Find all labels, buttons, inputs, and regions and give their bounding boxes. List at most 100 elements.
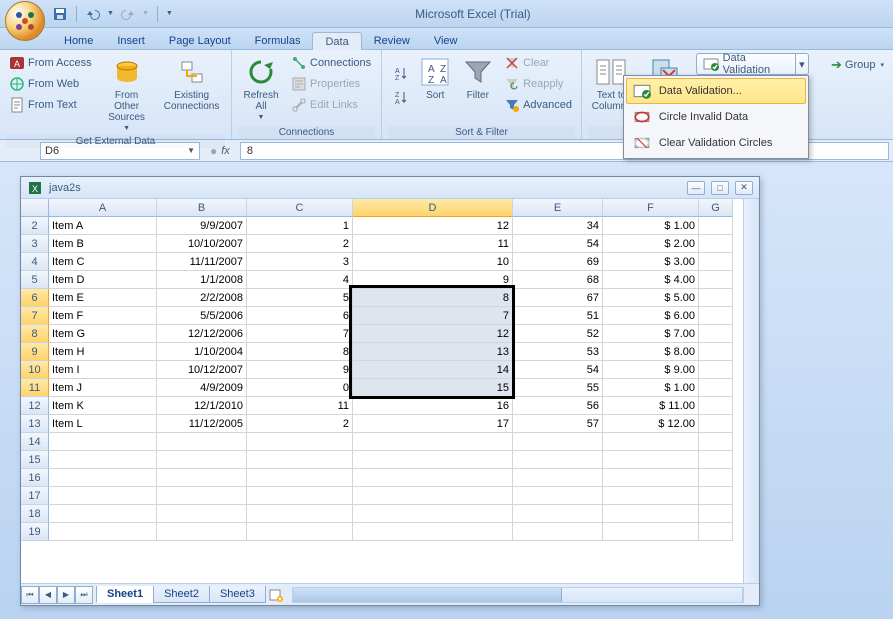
data-validation-split-button[interactable]: Data Validation ▾	[696, 53, 809, 75]
qat-customize[interactable]: ▼	[166, 10, 173, 17]
sheet-nav-last[interactable]: ⏭	[75, 586, 93, 604]
column-header-D[interactable]: D	[353, 199, 513, 217]
close-button[interactable]: ✕	[735, 181, 753, 195]
cell-C16[interactable]	[247, 469, 353, 487]
cell-F17[interactable]	[603, 487, 699, 505]
row-header-16[interactable]: 16	[21, 469, 49, 487]
tab-data[interactable]: Data	[312, 32, 361, 50]
cell-F19[interactable]	[603, 523, 699, 541]
cell-G3[interactable]	[699, 235, 733, 253]
cell-F12[interactable]: $ 11.00	[603, 397, 699, 415]
cell-A8[interactable]: Item G	[49, 325, 157, 343]
cell-F18[interactable]	[603, 505, 699, 523]
cell-G11[interactable]	[699, 379, 733, 397]
cell-A15[interactable]	[49, 451, 157, 469]
cell-F14[interactable]	[603, 433, 699, 451]
advanced-filter-button[interactable]: Advanced	[501, 95, 575, 115]
cell-E7[interactable]: 51	[513, 307, 603, 325]
cell-C10[interactable]: 9	[247, 361, 353, 379]
cell-A14[interactable]	[49, 433, 157, 451]
cell-E14[interactable]	[513, 433, 603, 451]
cell-C4[interactable]: 3	[247, 253, 353, 271]
cell-C9[interactable]: 8	[247, 343, 353, 361]
cell-E12[interactable]: 56	[513, 397, 603, 415]
cell-B14[interactable]	[157, 433, 247, 451]
cell-A13[interactable]: Item L	[49, 415, 157, 433]
cell-E10[interactable]: 54	[513, 361, 603, 379]
row-header-3[interactable]: 3	[21, 235, 49, 253]
cell-A4[interactable]: Item C	[49, 253, 157, 271]
connections-button[interactable]: Connections	[288, 53, 374, 73]
cell-D9[interactable]: 13	[353, 343, 513, 361]
tab-home[interactable]: Home	[52, 32, 105, 49]
row-header-14[interactable]: 14	[21, 433, 49, 451]
cell-A10[interactable]: Item I	[49, 361, 157, 379]
cell-B18[interactable]	[157, 505, 247, 523]
cell-C11[interactable]: 0	[247, 379, 353, 397]
cell-B2[interactable]: 9/9/2007	[157, 217, 247, 235]
cell-G4[interactable]	[699, 253, 733, 271]
cell-G15[interactable]	[699, 451, 733, 469]
cell-D4[interactable]: 10	[353, 253, 513, 271]
cell-A9[interactable]: Item H	[49, 343, 157, 361]
cell-B4[interactable]: 11/11/2007	[157, 253, 247, 271]
existing-connections-button[interactable]: Existing Connections	[159, 53, 225, 115]
cell-B19[interactable]	[157, 523, 247, 541]
from-other-sources-button[interactable]: From Other Sources ▼	[99, 53, 155, 135]
save-icon[interactable]	[52, 6, 68, 22]
from-access-button[interactable]: AFrom Access	[6, 53, 95, 73]
sheet-tab-sheet1[interactable]: Sheet1	[96, 586, 154, 603]
cell-G2[interactable]	[699, 217, 733, 235]
cell-F3[interactable]: $ 2.00	[603, 235, 699, 253]
cell-C7[interactable]: 6	[247, 307, 353, 325]
cell-A11[interactable]: Item J	[49, 379, 157, 397]
cell-E16[interactable]	[513, 469, 603, 487]
cell-G9[interactable]	[699, 343, 733, 361]
row-header-12[interactable]: 12	[21, 397, 49, 415]
cell-B13[interactable]: 11/12/2005	[157, 415, 247, 433]
row-header-7[interactable]: 7	[21, 307, 49, 325]
cell-C3[interactable]: 2	[247, 235, 353, 253]
cell-D8[interactable]: 12	[353, 325, 513, 343]
row-header-19[interactable]: 19	[21, 523, 49, 541]
column-header-E[interactable]: E	[513, 199, 603, 217]
cell-E2[interactable]: 34	[513, 217, 603, 235]
menu-data-validation[interactable]: Data Validation...	[626, 78, 806, 104]
workbook-titlebar[interactable]: X java2s — □ ✕	[21, 177, 759, 199]
filter-button[interactable]: Filter	[459, 53, 498, 104]
cell-A18[interactable]	[49, 505, 157, 523]
cell-B3[interactable]: 10/10/2007	[157, 235, 247, 253]
row-header-8[interactable]: 8	[21, 325, 49, 343]
cell-B9[interactable]: 1/10/2004	[157, 343, 247, 361]
redo-icon[interactable]	[120, 6, 136, 22]
row-header-15[interactable]: 15	[21, 451, 49, 469]
row-header-18[interactable]: 18	[21, 505, 49, 523]
cell-G13[interactable]	[699, 415, 733, 433]
cell-G16[interactable]	[699, 469, 733, 487]
cell-C18[interactable]	[247, 505, 353, 523]
cell-E8[interactable]: 52	[513, 325, 603, 343]
column-header-C[interactable]: C	[247, 199, 353, 217]
cell-E19[interactable]	[513, 523, 603, 541]
cell-C6[interactable]: 5	[247, 289, 353, 307]
cell-C17[interactable]	[247, 487, 353, 505]
cell-G19[interactable]	[699, 523, 733, 541]
row-header-2[interactable]: 2	[21, 217, 49, 235]
sheet-nav-first[interactable]: ⏮	[21, 586, 39, 604]
cell-B15[interactable]	[157, 451, 247, 469]
cell-D19[interactable]	[353, 523, 513, 541]
row-header-13[interactable]: 13	[21, 415, 49, 433]
minimize-button[interactable]: —	[687, 181, 705, 195]
cell-F10[interactable]: $ 9.00	[603, 361, 699, 379]
cell-F4[interactable]: $ 3.00	[603, 253, 699, 271]
cell-F5[interactable]: $ 4.00	[603, 271, 699, 289]
group-button[interactable]: ➔Group▾	[828, 55, 887, 75]
cell-F7[interactable]: $ 6.00	[603, 307, 699, 325]
row-header-5[interactable]: 5	[21, 271, 49, 289]
cell-F13[interactable]: $ 12.00	[603, 415, 699, 433]
undo-dropdown[interactable]: ▼	[107, 10, 114, 17]
row-header-10[interactable]: 10	[21, 361, 49, 379]
cell-F8[interactable]: $ 7.00	[603, 325, 699, 343]
sheet-nav-next[interactable]: ▶	[57, 586, 75, 604]
cell-C2[interactable]: 1	[247, 217, 353, 235]
